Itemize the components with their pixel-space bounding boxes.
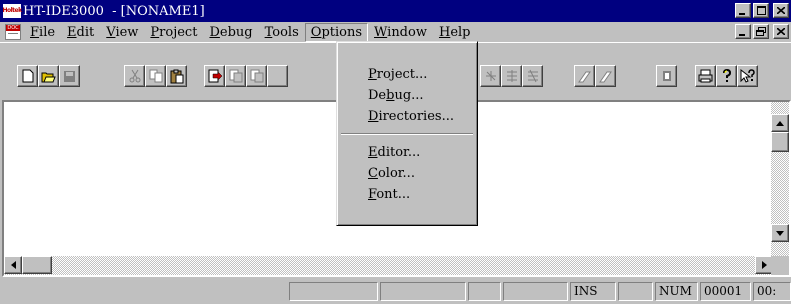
vertical-scrollbar[interactable] [771, 102, 789, 256]
step-over-line-button[interactable] [522, 65, 543, 87]
menu-view[interactable]: View [100, 23, 144, 42]
scroll-corner [771, 256, 789, 275]
arrow-right-icon [761, 261, 767, 269]
step-line-icon [527, 69, 538, 83]
step-over-icon [250, 69, 263, 83]
minimize-icon [739, 33, 745, 36]
minimize-button[interactable] [735, 3, 751, 18]
save-icon [64, 70, 75, 82]
menu-item-project[interactable]: Project... [337, 64, 477, 85]
window-title: HT-IDE3000 - [NONAME1] [23, 3, 205, 19]
paste-button[interactable] [166, 65, 187, 87]
maximize-icon [756, 6, 766, 15]
reset-icon [662, 71, 671, 81]
menu-item-color[interactable]: Color... [337, 163, 477, 184]
options-menu: Project... Debug... Directories... Edito… [336, 41, 478, 226]
menu-edit[interactable]: Edit [61, 23, 100, 42]
copy-icon [149, 69, 162, 83]
child-restore-button[interactable] [753, 24, 769, 39]
trace-icon [485, 71, 496, 81]
status-bar: INS NUM 00001 00: [0, 279, 791, 304]
status-panel-2 [380, 282, 466, 301]
help-icon [722, 68, 731, 82]
document-icon[interactable] [5, 24, 21, 40]
help-button[interactable] [716, 65, 737, 87]
open-button[interactable] [38, 65, 59, 87]
menu-bar: File Edit View Project Debug Tools Optio… [0, 22, 791, 42]
child-close-button[interactable] [773, 24, 789, 39]
context-help-button[interactable] [737, 65, 758, 87]
status-message [0, 282, 287, 301]
cut-button[interactable] [124, 65, 145, 87]
menu-project[interactable]: Project [144, 23, 203, 42]
title-bar[interactable]: Holtek HT-IDE3000 - [NONAME1] [0, 0, 791, 22]
scroll-down-button[interactable] [771, 224, 789, 242]
context-help-icon [740, 68, 755, 83]
clear-breakpoint-icon [599, 71, 612, 82]
copy-button[interactable] [145, 65, 166, 87]
build-button[interactable] [204, 65, 225, 87]
maximize-button[interactable] [753, 3, 769, 18]
menu-item-directories[interactable]: Directories... [337, 106, 477, 127]
menu-separator [341, 133, 473, 135]
menu-file[interactable]: File [24, 23, 61, 42]
paste-icon [170, 69, 183, 83]
horizontal-scrollbar[interactable] [4, 256, 773, 275]
status-line: 00001 [700, 282, 751, 301]
restore-icon [756, 27, 766, 36]
new-file-icon [22, 69, 33, 83]
holtek-logo-icon: Holtek [2, 4, 22, 18]
clear-breakpoint-button[interactable] [595, 65, 616, 87]
arrow-down-icon [776, 230, 784, 236]
close-icon [777, 7, 785, 14]
menu-tools[interactable]: Tools [259, 23, 305, 42]
arrow-up-icon [776, 120, 784, 126]
new-file-button[interactable] [17, 65, 38, 87]
step-into-button[interactable] [225, 65, 246, 87]
step-button[interactable] [501, 65, 522, 87]
status-column: 00: [753, 282, 791, 301]
breakpoint-icon [578, 71, 591, 82]
printer-icon [698, 69, 713, 83]
minimize-icon [739, 12, 745, 15]
save-button[interactable] [59, 65, 80, 87]
status-ins: INS [570, 282, 616, 301]
menu-item-font[interactable]: Font... [337, 184, 477, 205]
close-button[interactable] [773, 3, 789, 18]
step-into-icon [229, 69, 242, 83]
menu-item-editor[interactable]: Editor... [337, 142, 477, 163]
menu-window[interactable]: Window [368, 23, 433, 42]
step-out-button[interactable] [267, 65, 288, 87]
cut-icon [129, 69, 140, 83]
menu-help[interactable]: Help [433, 23, 477, 42]
menu-debug[interactable]: Debug [203, 23, 258, 42]
child-minimize-button[interactable] [735, 24, 751, 39]
close-icon [777, 28, 785, 35]
vertical-scroll-thumb[interactable] [771, 132, 789, 152]
breakpoint-button[interactable] [574, 65, 595, 87]
trace-button[interactable] [480, 65, 501, 87]
status-panel-5 [618, 282, 653, 301]
status-num: NUM [655, 282, 698, 301]
reset-button[interactable] [656, 65, 677, 87]
status-panel-1 [289, 282, 378, 301]
menu-options[interactable]: Options [304, 22, 369, 42]
step-icon [506, 70, 517, 82]
status-panel-3 [468, 282, 501, 301]
scroll-left-button[interactable] [4, 256, 22, 274]
menu-item-debug[interactable]: Debug... [337, 85, 477, 106]
build-icon [208, 69, 222, 83]
print-button[interactable] [695, 65, 716, 87]
step-over-button[interactable] [246, 65, 267, 87]
arrow-left-icon [10, 261, 16, 269]
scroll-up-button[interactable] [771, 114, 789, 132]
status-panel-4 [503, 282, 568, 301]
horizontal-scroll-thumb[interactable] [22, 256, 52, 274]
open-folder-icon [41, 72, 56, 82]
